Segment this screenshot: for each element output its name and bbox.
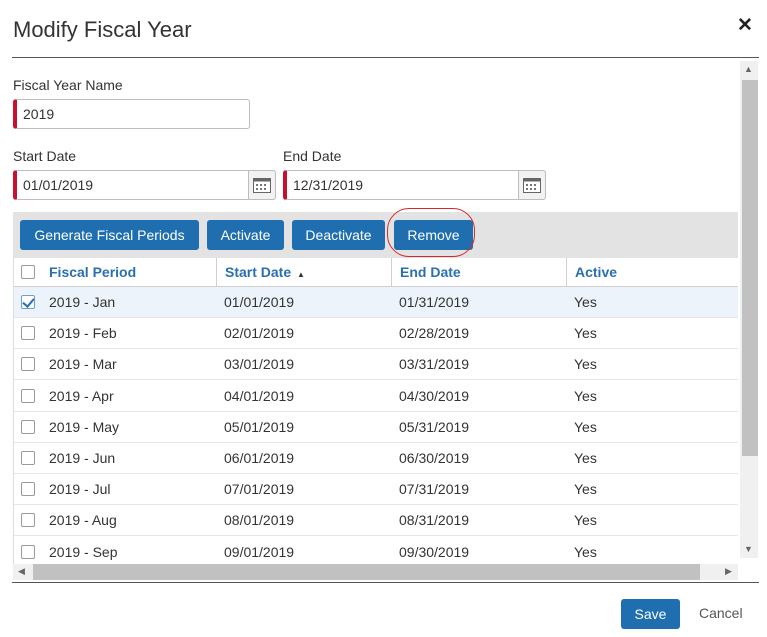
cell-end: 04/30/2019 <box>399 387 470 404</box>
table-row[interactable]: 2019 - Apr 04/01/2019 04/30/2019 Yes <box>14 381 738 412</box>
cell-period: 2019 - Mar <box>49 356 117 373</box>
column-header-start-date[interactable]: Start Date ▲ <box>216 258 391 287</box>
cell-period: 2019 - Feb <box>49 325 117 342</box>
fiscal-year-name-input[interactable] <box>17 100 249 128</box>
cell-end: 09/30/2019 <box>399 543 470 560</box>
cell-end: 03/31/2019 <box>399 356 470 373</box>
cell-end: 08/31/2019 <box>399 512 470 529</box>
row-checkbox[interactable] <box>21 326 35 341</box>
row-checkbox[interactable] <box>21 513 35 528</box>
row-checkbox[interactable] <box>21 357 35 372</box>
end-date-input[interactable] <box>287 171 545 199</box>
cell-end: 02/28/2019 <box>399 325 470 342</box>
calendar-icon <box>523 178 541 193</box>
fiscal-year-name-label: Fiscal Year Name <box>13 77 123 93</box>
cell-start: 07/01/2019 <box>224 481 295 498</box>
fiscal-periods-grid: Fiscal Period Start Date ▲ End Date Acti… <box>13 258 738 564</box>
column-header-end-date[interactable]: End Date <box>391 258 566 287</box>
sort-ascending-icon: ▲ <box>297 270 305 279</box>
table-row[interactable]: 2019 - Jan 01/01/2019 01/31/2019 Yes <box>14 287 738 318</box>
table-row[interactable]: 2019 - Sep 09/01/2019 09/30/2019 Yes <box>14 537 738 564</box>
cell-active: Yes <box>574 387 597 404</box>
start-date-input[interactable] <box>17 171 275 199</box>
horizontal-scrollbar-thumb[interactable] <box>33 564 700 580</box>
cell-period: 2019 - May <box>49 418 120 435</box>
cell-active: Yes <box>574 543 597 560</box>
close-icon[interactable]: ✕ <box>736 16 754 35</box>
cell-period: 2019 - Jun <box>49 450 116 466</box>
scroll-down-icon[interactable]: ▼ <box>744 544 753 554</box>
scroll-left-icon[interactable]: ◀ <box>18 566 25 577</box>
scroll-up-icon[interactable]: ▲ <box>744 64 753 74</box>
deactivate-button[interactable]: Deactivate <box>292 220 385 250</box>
cell-start: 04/01/2019 <box>224 387 295 404</box>
cell-end: 07/31/2019 <box>399 481 470 498</box>
row-checkbox[interactable] <box>21 451 35 465</box>
cancel-button[interactable]: Cancel <box>699 605 743 621</box>
cell-start: 01/01/2019 <box>224 294 295 310</box>
row-checkbox[interactable] <box>21 482 35 497</box>
grid-toolbar: Generate Fiscal Periods Activate Deactiv… <box>13 212 738 258</box>
start-date-label: Start Date <box>13 148 77 164</box>
end-date-label: End Date <box>283 148 342 164</box>
cell-end: 01/31/2019 <box>399 294 470 310</box>
cell-period: 2019 - Aug <box>49 512 117 529</box>
generate-fiscal-periods-button[interactable]: Generate Fiscal Periods <box>20 220 199 250</box>
cell-start: 09/01/2019 <box>224 543 295 560</box>
cell-active: Yes <box>574 450 597 466</box>
cell-start: 02/01/2019 <box>224 325 295 342</box>
row-checkbox[interactable] <box>21 544 35 559</box>
calendar-icon <box>253 178 271 193</box>
start-date-field <box>13 170 276 200</box>
table-row[interactable]: 2019 - Mar 03/01/2019 03/31/2019 Yes <box>14 349 738 381</box>
end-date-calendar-button[interactable] <box>518 170 546 200</box>
table-row[interactable]: 2019 - Jul 07/01/2019 07/31/2019 Yes <box>14 474 738 506</box>
cell-active: Yes <box>574 294 597 310</box>
start-date-calendar-button[interactable] <box>248 170 276 200</box>
cell-period: 2019 - Apr <box>49 387 114 404</box>
cell-period: 2019 - Jan <box>49 294 116 310</box>
cell-start: 06/01/2019 <box>224 450 295 466</box>
cell-end: 05/31/2019 <box>399 418 470 435</box>
cell-active: Yes <box>574 356 597 373</box>
cell-period: 2019 - Jul <box>49 481 111 498</box>
cell-active: Yes <box>574 481 597 498</box>
cell-start: 08/01/2019 <box>224 512 295 529</box>
table-row[interactable]: 2019 - May 05/01/2019 05/31/2019 Yes <box>14 412 738 443</box>
cell-start: 05/01/2019 <box>224 418 295 435</box>
dialog-title: Modify Fiscal Year <box>13 17 192 42</box>
cell-active: Yes <box>574 418 597 435</box>
table-row[interactable]: 2019 - Aug 08/01/2019 08/31/2019 Yes <box>14 505 738 537</box>
scroll-right-icon[interactable]: ▶ <box>725 566 732 577</box>
column-header-fiscal-period[interactable]: Fiscal Period <box>41 258 217 287</box>
cell-end: 06/30/2019 <box>399 450 470 466</box>
cell-active: Yes <box>574 325 597 342</box>
fiscal-year-name-field <box>13 99 250 129</box>
table-row[interactable]: 2019 - Jun 06/01/2019 06/30/2019 Yes <box>14 443 738 474</box>
row-checkbox[interactable] <box>21 419 35 434</box>
grid-header: Fiscal Period Start Date ▲ End Date Acti… <box>14 258 738 287</box>
cell-active: Yes <box>574 512 597 529</box>
row-checkbox[interactable] <box>21 295 35 309</box>
cell-period: 2019 - Sep <box>49 543 118 560</box>
vertical-scrollbar-thumb[interactable] <box>742 80 758 456</box>
save-button[interactable]: Save <box>621 599 680 629</box>
end-date-field <box>283 170 546 200</box>
select-all-checkbox[interactable] <box>21 265 35 279</box>
remove-button[interactable]: Remove <box>394 220 473 250</box>
footer-divider <box>12 582 759 583</box>
cell-start: 03/01/2019 <box>224 356 295 373</box>
table-row[interactable]: 2019 - Feb 02/01/2019 02/28/2019 Yes <box>14 318 738 350</box>
activate-button[interactable]: Activate <box>207 220 284 250</box>
title-divider <box>12 57 759 58</box>
column-header-active[interactable]: Active <box>566 258 738 287</box>
row-checkbox[interactable] <box>21 388 35 403</box>
